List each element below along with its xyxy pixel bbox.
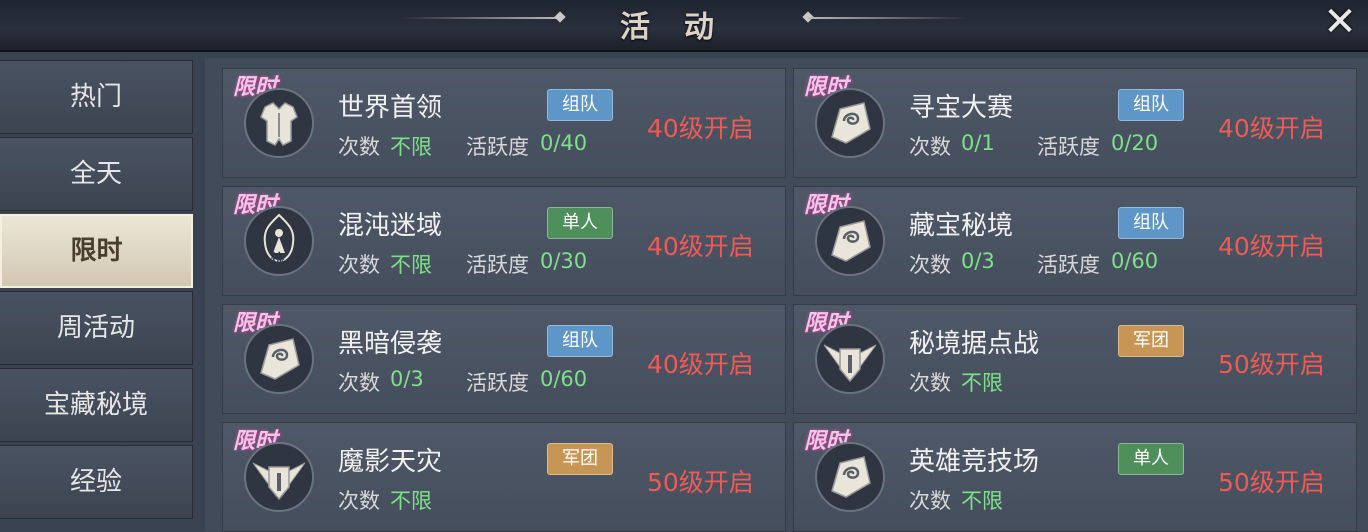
tab-weekly[interactable]: 周活动 xyxy=(0,291,193,365)
mode-badge: 组队 xyxy=(547,89,613,121)
unlock-level-text: 50级开启 xyxy=(1218,468,1325,497)
armor-icon xyxy=(243,87,315,159)
unlock-level-text: 50级开启 xyxy=(1218,350,1325,379)
mode-badge: 军团 xyxy=(1118,325,1184,357)
unlock-level-text: 50级开启 xyxy=(647,468,754,497)
count-label: 次数 xyxy=(909,371,951,395)
activity-value: 0/40 xyxy=(540,131,588,155)
count-label: 次数 xyxy=(338,371,380,395)
mode-badge: 组队 xyxy=(1118,89,1184,121)
activity-label: 活跃度 xyxy=(466,135,529,159)
tab-all-day[interactable]: 全天 xyxy=(0,137,193,211)
activity-name: 藏宝秘境 xyxy=(909,211,1014,241)
unlock-level-text: 40级开启 xyxy=(1218,232,1325,261)
tab-hot[interactable]: 热门 xyxy=(0,60,193,134)
count-label: 次数 xyxy=(909,135,951,159)
title-ornament-right xyxy=(808,17,968,19)
rune-stone-icon xyxy=(814,205,886,277)
activity-value: 0/60 xyxy=(540,367,588,391)
tab-experience[interactable]: 经验 xyxy=(0,445,193,519)
rune-stone-icon xyxy=(814,87,886,159)
activity-name: 混沌迷域 xyxy=(338,211,443,241)
flame-figure-icon: 炼 xyxy=(243,205,315,277)
count-label: 次数 xyxy=(909,489,951,513)
mode-badge: 组队 xyxy=(547,325,613,357)
count-label: 次数 xyxy=(338,135,380,159)
count-value: 0/3 xyxy=(961,249,995,273)
tab-limited-time[interactable]: 限时 xyxy=(0,214,193,288)
close-icon: ✕ xyxy=(1323,0,1357,45)
activity-label: 活跃度 xyxy=(1037,253,1100,277)
count-value: 0/1 xyxy=(961,131,995,155)
activity-name: 英雄竞技场 xyxy=(909,447,1040,477)
unlock-level-text: 40级开启 xyxy=(1218,114,1325,143)
activity-value: 0/60 xyxy=(1111,249,1159,273)
activity-name: 世界首领 xyxy=(338,93,443,123)
count-label: 次数 xyxy=(909,253,951,277)
count-value: 不限 xyxy=(390,253,432,277)
mode-badge: 组队 xyxy=(1118,207,1184,239)
mode-badge: 单人 xyxy=(1118,443,1184,475)
activity-list: 限时 世界首领 组队 次数 不限 活跃度 0/40 40级开启 限时 寻宝大赛 组队 次数 0/1 活跃度… xyxy=(205,58,1368,532)
activity-label: 活跃度 xyxy=(466,371,529,395)
count-value: 不限 xyxy=(961,371,1003,395)
unlock-level-text: 40级开启 xyxy=(647,350,754,379)
activity-label: 活跃度 xyxy=(466,253,529,277)
icon-caption: 炼 xyxy=(271,252,285,268)
activity-name: 黑暗侵袭 xyxy=(338,329,443,359)
activity-card[interactable]: 限时 世界首领 组队 次数 不限 活跃度 0/40 40级开启 xyxy=(222,68,786,178)
unlock-level-text: 40级开启 xyxy=(647,114,754,143)
count-value: 0/3 xyxy=(390,367,424,391)
count-value: 不限 xyxy=(390,135,432,159)
rune-stone-icon xyxy=(243,323,315,395)
activity-label: 活跃度 xyxy=(1037,135,1100,159)
activity-name: 魔影天灾 xyxy=(338,447,443,477)
count-label: 次数 xyxy=(338,253,380,277)
activity-card[interactable]: 限时 寻宝大赛 组队 次数 0/1 活跃度 0/20 40级开启 xyxy=(793,68,1357,178)
activity-card[interactable]: 限时 秘境据点战 军团 次数 不限 50级开启 xyxy=(793,304,1357,414)
activity-name: 寻宝大赛 xyxy=(909,93,1014,123)
mode-badge: 单人 xyxy=(547,207,613,239)
tab-treasure-realm[interactable]: 宝藏秘境 xyxy=(0,368,193,442)
activity-card[interactable]: 限时 黑暗侵袭 组队 次数 0/3 活跃度 0/60 40级开启 xyxy=(222,304,786,414)
activity-value: 0/20 xyxy=(1111,131,1159,155)
activity-card[interactable]: 限时 魔影天灾 军团 次数 不限 50级开启 xyxy=(222,422,786,532)
count-value: 不限 xyxy=(961,489,1003,513)
count-value: 不限 xyxy=(390,489,432,513)
winged-shield-icon xyxy=(814,323,886,395)
activity-value: 0/30 xyxy=(540,249,588,273)
count-label: 次数 xyxy=(338,489,380,513)
close-button[interactable]: ✕ xyxy=(1318,2,1362,42)
mode-badge: 军团 xyxy=(547,443,613,475)
winged-shield-icon xyxy=(243,441,315,513)
activity-card[interactable]: 限时 英雄竞技场 单人 次数 不限 50级开启 xyxy=(793,422,1357,532)
activity-card[interactable]: 限时炼混沌迷域 单人 次数 不限 活跃度 0/30 40级开启 xyxy=(222,186,786,296)
rune-stone-icon xyxy=(814,441,886,513)
title-bar: 活动 ✕ xyxy=(0,0,1368,52)
page-title: 活动 xyxy=(620,10,748,45)
unlock-level-text: 40级开启 xyxy=(647,232,754,261)
activity-name: 秘境据点战 xyxy=(909,329,1040,359)
activity-card[interactable]: 限时 藏宝秘境 组队 次数 0/3 活跃度 0/60 40级开启 xyxy=(793,186,1357,296)
